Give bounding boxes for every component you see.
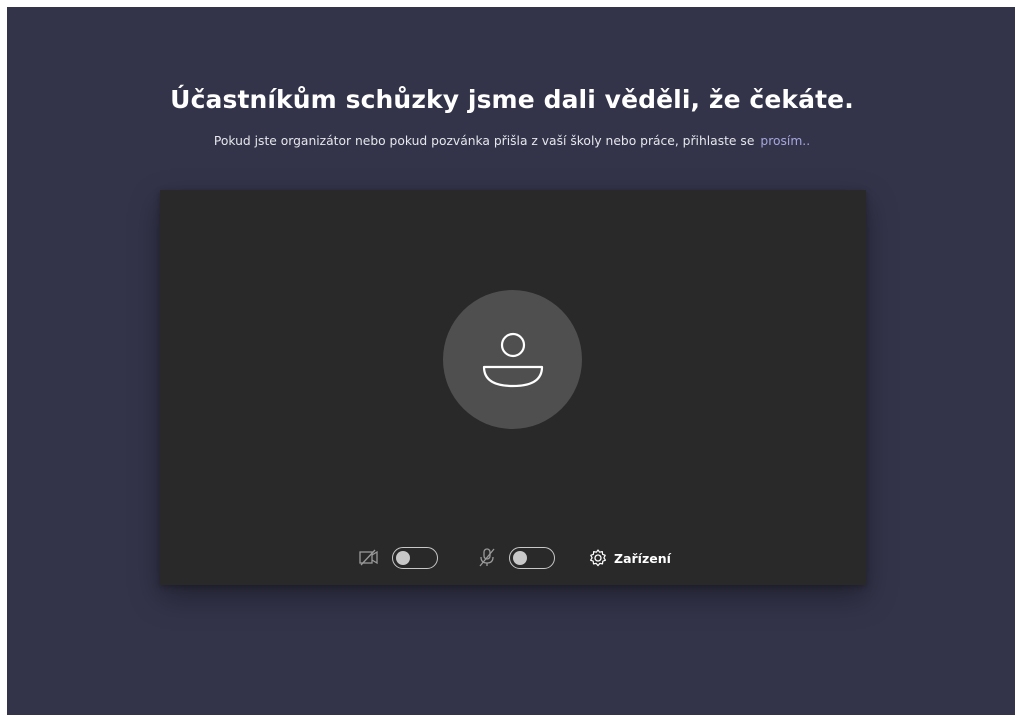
page-title: Účastníkům schůzky jsme dali věděli, že … bbox=[170, 85, 854, 114]
signin-hint-text: Pokud jste organizátor nebo pokud pozván… bbox=[213, 134, 755, 148]
gear-icon bbox=[590, 549, 606, 567]
device-controls: Zařízení bbox=[160, 542, 866, 572]
devices-button[interactable]: Zařízení bbox=[588, 547, 671, 569]
camera-off-icon bbox=[359, 549, 378, 566]
camera-toggle[interactable] bbox=[392, 547, 438, 569]
avatar bbox=[443, 290, 582, 429]
mic-off-icon bbox=[479, 548, 495, 567]
signin-link[interactable]: prosím.. bbox=[760, 134, 810, 148]
prejoin-screen: Účastníkům schůzky jsme dali věděli, že … bbox=[7, 7, 1015, 715]
signin-hint: Pokud jste organizátor nebo pokud pozván… bbox=[7, 134, 1015, 148]
mic-toggle[interactable] bbox=[509, 547, 555, 569]
devices-label: Zařízení bbox=[614, 550, 671, 566]
person-icon bbox=[482, 332, 544, 388]
mic-toggle-knob bbox=[513, 550, 527, 565]
camera-toggle-knob bbox=[396, 550, 410, 565]
video-preview: Zařízení bbox=[160, 190, 866, 585]
